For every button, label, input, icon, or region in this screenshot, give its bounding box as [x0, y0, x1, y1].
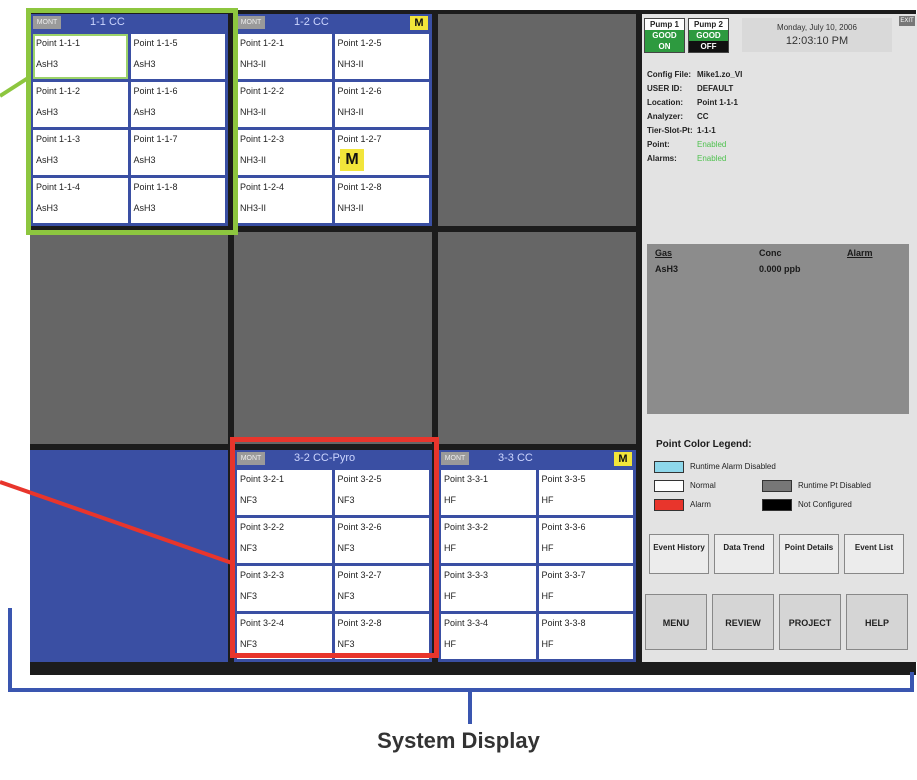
point-name: Point 1-2-6	[337, 86, 382, 96]
point-cell[interactable]: Point 1-2-4 NH3-II	[237, 178, 332, 223]
point-name: Point 3-3-1	[444, 474, 489, 484]
point-name: Point 1-2-2	[240, 86, 285, 96]
maintenance-badge: M	[410, 16, 428, 30]
user-id-value: DEFAULT	[697, 84, 734, 93]
point-cell[interactable]: Point 3-3-1 HF	[441, 470, 536, 515]
point-name: Point 1-2-1	[240, 38, 285, 48]
point-name: Point 3-3-6	[541, 522, 586, 532]
point-gas: NH3-II	[337, 203, 364, 213]
point-cell[interactable]: Point 3-3-2 HF	[441, 518, 536, 563]
point-gas: HF	[444, 495, 456, 505]
point-name: Point 1-2-7	[337, 134, 382, 144]
point-cell[interactable]: Point 3-3-5 HF	[538, 470, 633, 515]
empty-slot	[438, 232, 636, 444]
point-gas: NH3-II	[240, 107, 267, 117]
highlight-module-green	[26, 8, 238, 235]
point-name: Point 3-3-4	[444, 618, 489, 628]
date-time-display: Monday, July 10, 2006 12:03:10 PM	[742, 18, 892, 52]
data-trend-button[interactable]: Data Trend	[714, 534, 774, 574]
point-cell[interactable]: Point 1-2-5 NH3-II	[334, 34, 429, 79]
point-gas: HF	[444, 543, 456, 553]
empty-slot	[234, 232, 432, 444]
legend-swatch-normal	[654, 480, 684, 492]
maintenance-badge: M	[614, 452, 632, 466]
point-cell[interactable]: Point 1-2-3 NH3-II	[237, 130, 332, 175]
point-cell[interactable]: Point 1-2-2 NH3-II	[237, 82, 332, 127]
point-name: Point 1-2-5	[337, 38, 382, 48]
gas-readout: Gas Conc Alarm AsH3 0.000 ppb	[647, 244, 909, 414]
figure-caption: System Display	[377, 728, 540, 753]
point-gas: NH3-II	[240, 155, 267, 165]
empty-slot-blue	[30, 450, 228, 662]
point-cell[interactable]: Point 3-3-7 HF	[538, 566, 633, 611]
point-cell[interactable]: Point 3-3-3 HF	[441, 566, 536, 611]
help-button[interactable]: HELP	[846, 594, 908, 650]
module-title: 3-3 CC	[498, 452, 533, 464]
time-text: 12:03:10 PM	[785, 35, 849, 47]
point-gas: NH3-II	[240, 203, 267, 213]
legend-swatch-not-configured	[762, 499, 792, 511]
pump-2-status[interactable]: Pump 2 GOOD OFF	[688, 18, 729, 53]
analyzer-value: CC	[697, 112, 709, 121]
alarms-enabled-value: Enabled	[697, 154, 727, 163]
point-cell[interactable]: Point 1-2-6 NH3-II	[334, 82, 429, 127]
point-cell[interactable]: Point 3-3-6 HF	[538, 518, 633, 563]
callout-line-green	[0, 76, 30, 98]
event-history-button[interactable]: Event History	[649, 534, 709, 574]
conc-header: Conc	[759, 248, 782, 258]
point-cell[interactable]: Point 3-3-8 HF	[538, 614, 633, 659]
event-list-button[interactable]: Event List	[844, 534, 904, 574]
point-gas: NH3-II	[337, 107, 364, 117]
point-gas: HF	[541, 495, 554, 505]
point-name: Point 3-3-2	[444, 522, 489, 532]
empty-slot	[438, 14, 636, 226]
point-gas: HF	[541, 543, 554, 553]
review-button[interactable]: REVIEW	[712, 594, 774, 650]
point-name: Point 3-3-7	[541, 570, 586, 580]
legend-swatch-runtime-pt-disabled	[762, 480, 792, 492]
gas-name: AsH3	[655, 264, 679, 274]
date-text: Monday, July 10, 2006	[777, 23, 857, 32]
point-gas: HF	[444, 591, 456, 601]
exit-button[interactable]: EXIT	[899, 16, 915, 26]
point-enabled-value: Enabled	[697, 140, 727, 149]
point-gas: HF	[444, 639, 456, 649]
legend-swatch-alarm	[654, 499, 684, 511]
point-gas: HF	[541, 639, 554, 649]
tier-slot-pt-value: 1-1-1	[697, 126, 716, 135]
pump-1-status[interactable]: Pump 1 GOOD ON	[644, 18, 685, 53]
project-button[interactable]: PROJECT	[779, 594, 841, 650]
menu-button[interactable]: MENU	[645, 594, 707, 650]
empty-slot	[30, 232, 228, 444]
point-cell[interactable]: Point 1-2-8 NH3-II	[334, 178, 429, 223]
point-cell[interactable]: Point 3-3-4 HF	[441, 614, 536, 659]
point-name: Point 1-2-3	[240, 134, 285, 144]
point-info: Config File: Mike1.zo_VI USER ID: DEFAULT …	[647, 70, 743, 163]
status-panel: Pump 1 GOOD ON Pump 2 GOOD OFF Monday, J…	[642, 14, 917, 662]
point-gas: NH3-II	[337, 59, 364, 69]
alarm-header: Alarm	[847, 248, 873, 258]
mont-tag: MONT	[441, 452, 469, 465]
config-file-value: Mike1.zo_VI	[697, 70, 743, 79]
location-value: Point 1-1-1	[697, 98, 738, 107]
highlight-module-red	[230, 437, 439, 658]
legend-title: Point Color Legend:	[656, 439, 752, 450]
maintenance-badge-large: M	[340, 149, 364, 171]
point-name: Point 3-3-5	[541, 474, 586, 484]
point-name: Point 3-3-3	[444, 570, 489, 580]
mont-tag: MONT	[237, 16, 265, 29]
gas-conc: 0.000 ppb	[759, 264, 801, 274]
point-name: Point 1-2-8	[337, 182, 382, 192]
point-gas: NH3-II	[240, 59, 267, 69]
module-1-2: MONT 1-2 CC M Point 1-2-1 NH3-II Point 1-2-5…	[234, 14, 432, 226]
legend-swatch-runtime-alarm-disabled	[654, 461, 684, 473]
point-details-button[interactable]: Point Details	[779, 534, 839, 574]
point-gas: HF	[541, 591, 554, 601]
point-cell[interactable]: Point 1-2-1 NH3-II	[237, 34, 332, 79]
module-3-3: MONT 3-3 CC M Point 3-3-1 HF Point 3-3-5 HF Po…	[438, 450, 636, 662]
point-name: Point 3-3-8	[541, 618, 586, 628]
point-name: Point 1-2-4	[240, 182, 285, 192]
module-title: 1-2 CC	[294, 16, 329, 28]
gas-header: Gas	[655, 248, 673, 258]
